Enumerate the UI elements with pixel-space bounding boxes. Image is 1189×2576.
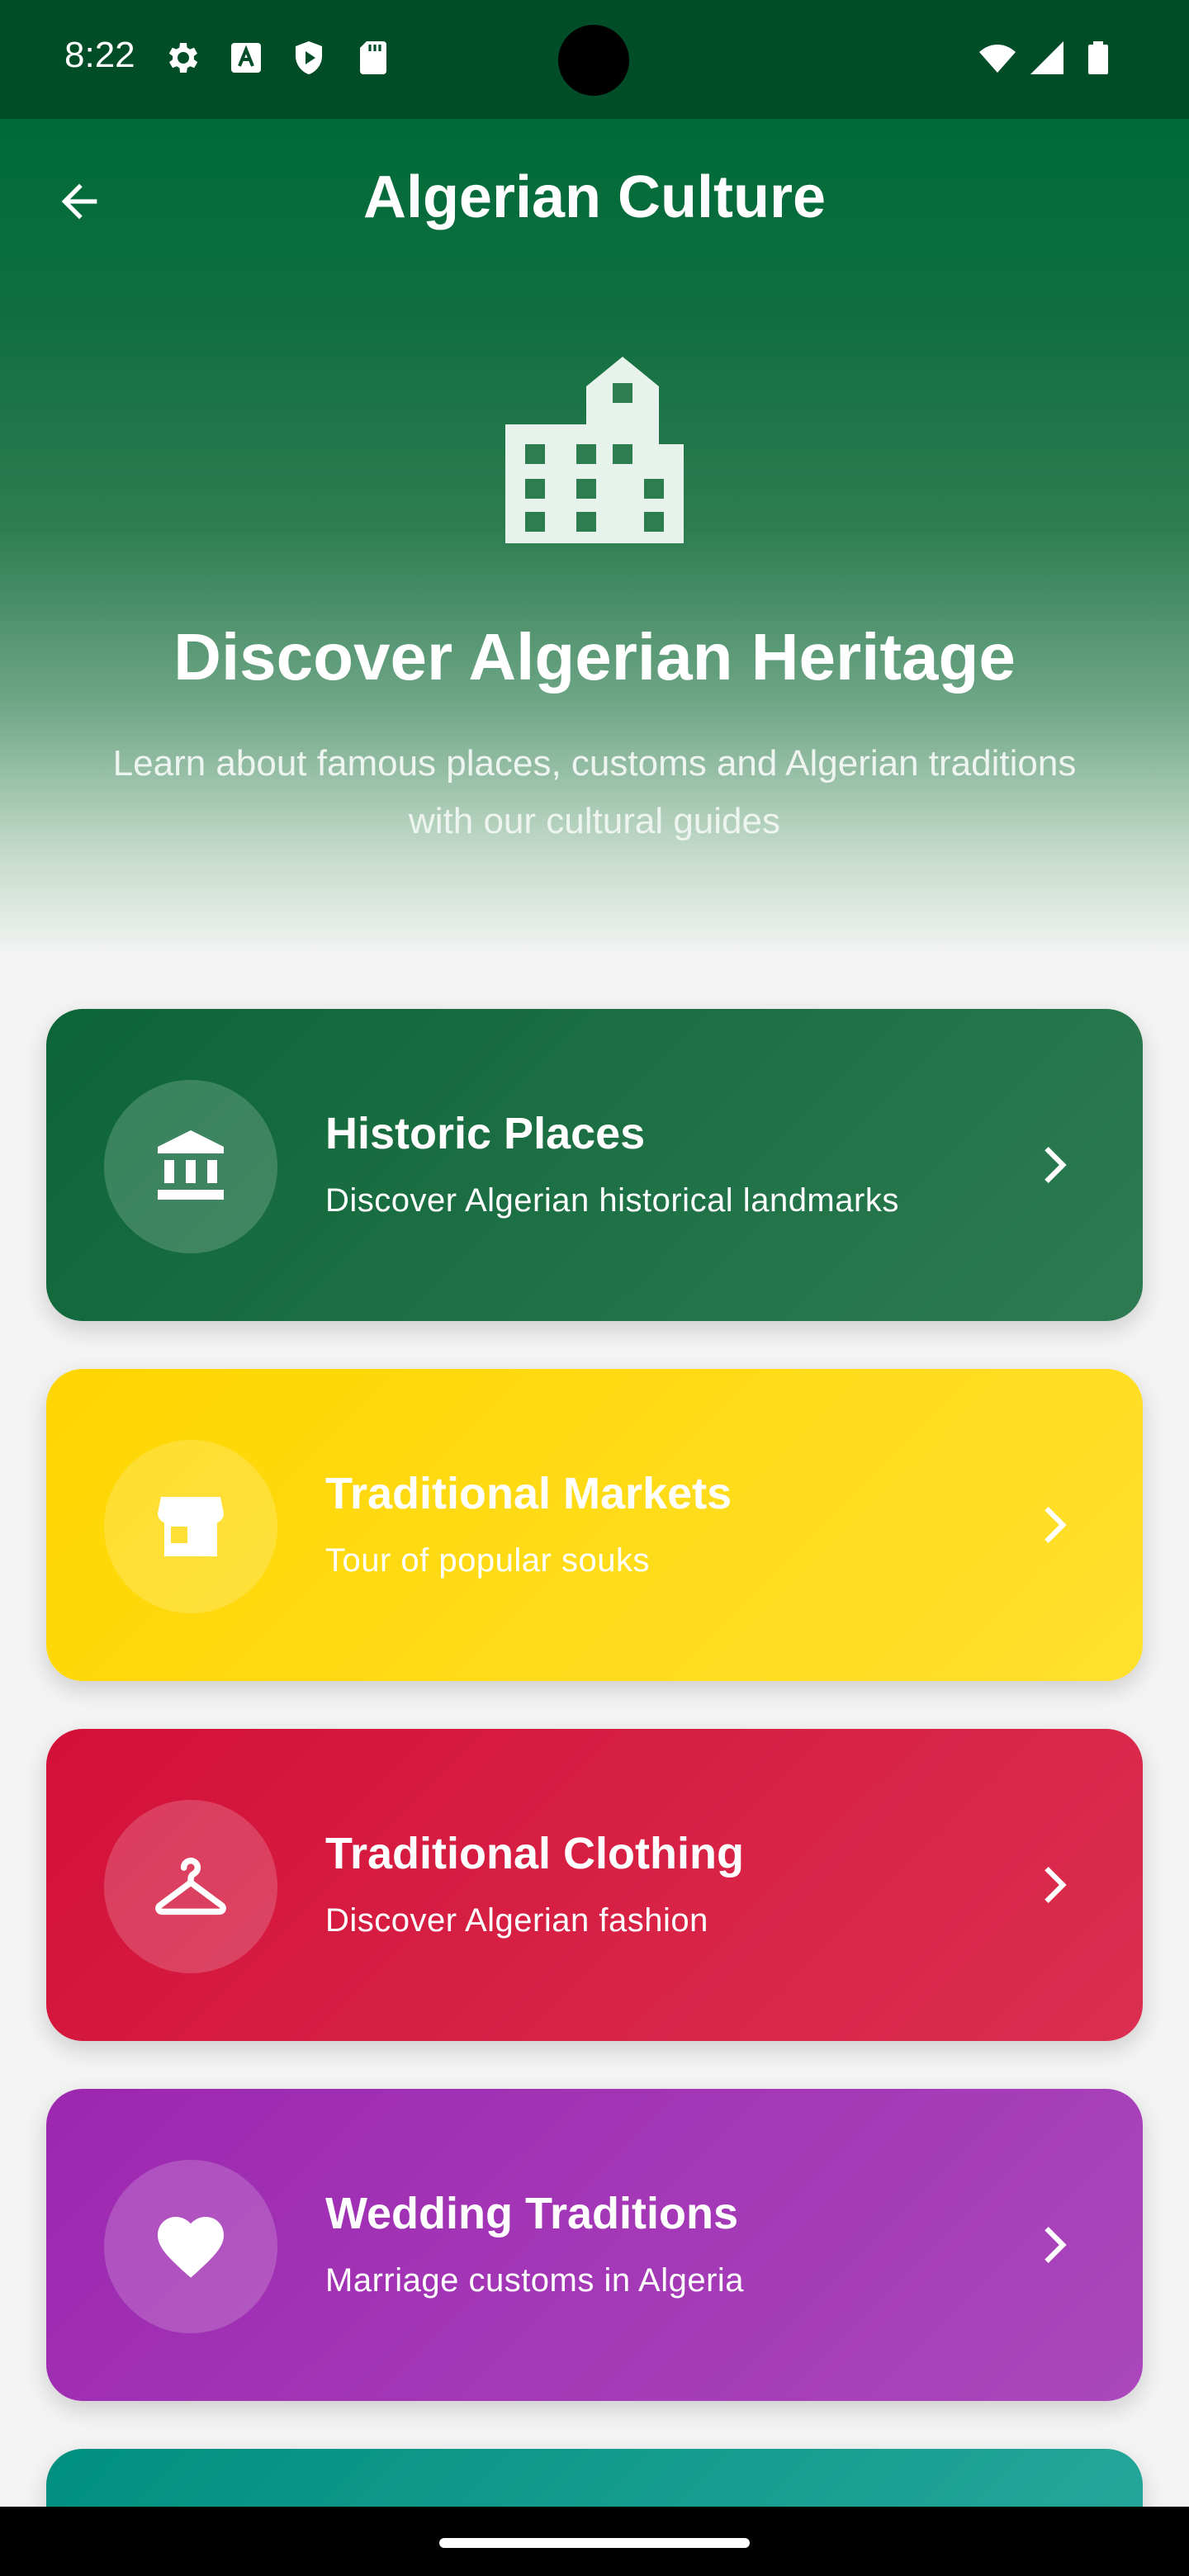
battery-icon [1088,41,1108,74]
category-card-historic-places[interactable]: Historic Places Discover Algerian histor… [46,1009,1143,1321]
chevron-right-icon [1045,1507,1067,1543]
settings-icon [168,43,198,73]
card-subtitle: Tour of popular souks [325,1542,650,1579]
card-title: Traditional Clothing [325,1829,744,1878]
city-building-icon [505,357,684,543]
card-title: Wedding Traditions [325,2189,739,2238]
chevron-right-icon [1045,2227,1067,2263]
heart-icon [158,2217,224,2278]
card-icon-circle [104,1440,277,1613]
card-icon-circle [104,1800,277,1973]
storefront-icon [158,1497,224,1556]
card-icon-circle [104,2160,277,2333]
hanger-icon [155,1857,226,1915]
status-bar: 8:22 [0,0,1189,119]
font-icon [231,43,261,73]
status-time: 8:22 [64,35,135,75]
card-icon-circle [104,1080,277,1253]
page-title: Algerian Culture [362,164,827,230]
category-card-traditional-clothing[interactable]: Traditional Clothing Discover Algerian f… [46,1729,1143,2041]
hero-subtitle: Learn about famous places, customs and A… [112,743,1077,841]
play-protect-icon [296,41,322,74]
hero-title: Discover Algerian Heritage [173,620,1016,694]
card-subtitle: Discover Algerian fashion [325,1902,708,1939]
navigation-bar [0,2507,1189,2576]
sd-card-icon [360,41,386,74]
card-title: Historic Places [325,1109,646,1158]
category-card-wedding-traditions[interactable]: Wedding Traditions Marriage customs in A… [46,2089,1143,2401]
museum-icon [158,1130,224,1200]
signal-icon [1030,41,1063,74]
chevron-right-icon [1045,1867,1067,1903]
app-bar: Algerian Culture [0,119,1189,281]
gesture-handle[interactable] [439,2538,750,2548]
chevron-right-icon [1045,1147,1067,1183]
card-title: Traditional Markets [325,1469,732,1518]
card-subtitle: Marriage customs in Algeria [325,2262,745,2299]
wifi-icon [979,45,1016,73]
camera-cutout [558,25,629,96]
card-subtitle: Discover Algerian historical landmarks [325,1182,899,1219]
category-card-traditional-markets[interactable]: Traditional Markets Tour of popular souk… [46,1369,1143,1681]
